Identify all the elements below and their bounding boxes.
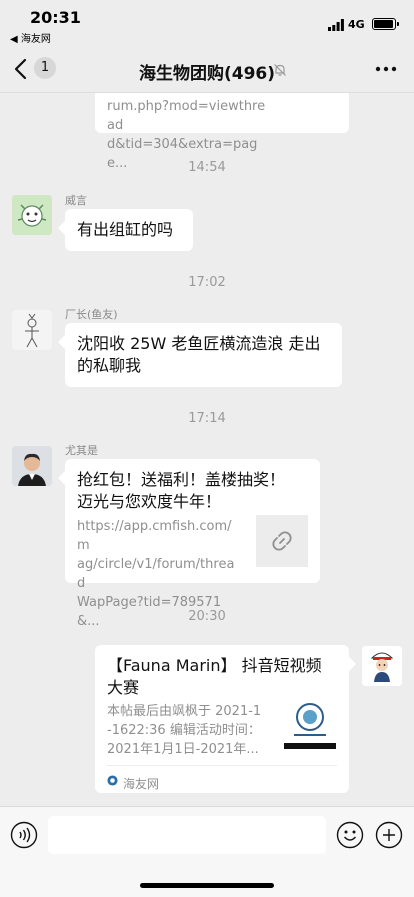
- nav-bar: 1 海生物团购(496): [0, 46, 414, 93]
- chat-title: 海生物团购(496): [138, 64, 276, 84]
- avatar[interactable]: [12, 310, 52, 350]
- message-text: 有出组缸的吗: [77, 220, 174, 239]
- back-to-app-link[interactable]: ◀ 海友网: [10, 30, 51, 45]
- time-separator: 17:02: [188, 275, 226, 290]
- link-title: 【Fauna Marin】 抖音短视频 大赛: [107, 656, 322, 697]
- time-separator: 14:54: [188, 160, 226, 175]
- plus-icon[interactable]: [375, 821, 403, 849]
- link-card[interactable]: 抢红包！送福利！盖楼抽奖！ 迈光与您欢度牛年！ https://app.cmfi…: [65, 459, 320, 629]
- status-time: 20:31: [30, 8, 81, 27]
- link-thumbnail: [256, 515, 308, 567]
- status-bar: 20:31 ◀ 海友网 4G: [0, 0, 414, 46]
- chat-message-list[interactable]: rum.php?mod=viewthread d&tid=304&extra=p…: [0, 93, 414, 805]
- link-title: 抢红包！送福利！盖楼抽奖！ 迈光与您欢度牛年！: [77, 470, 286, 511]
- avatar[interactable]: [12, 446, 52, 486]
- my-avatar[interactable]: [362, 646, 402, 686]
- sender-name: 威言: [65, 194, 87, 207]
- home-indicator: [140, 883, 274, 888]
- link-icon: [272, 531, 292, 551]
- message-text-line: 沈阳收 25W 老鱼匠横流造浪 走出: [77, 334, 321, 353]
- message-text-line: 的私聊我: [77, 356, 142, 375]
- source-logo-icon: [107, 775, 118, 786]
- link-source: 海友网: [123, 777, 160, 791]
- link-card[interactable]: 【Fauna Marin】 抖音短视频 大赛 本帖最后由飒枫于 2021-1 -…: [95, 645, 349, 793]
- network-type: 4G: [348, 18, 365, 31]
- link-thumbnail: [284, 697, 336, 749]
- avatar[interactable]: [12, 195, 52, 235]
- input-bar: [0, 806, 414, 897]
- signal-icon: [328, 19, 344, 31]
- time-separator: 17:14: [188, 411, 226, 426]
- link-description: 本帖最后由飒枫于 2021-1 -1622:36 编辑活动时间： 2021年1月…: [107, 704, 262, 757]
- sender-name: 厂长(鱼友): [65, 308, 118, 321]
- more-icon[interactable]: [374, 60, 398, 78]
- time-separator: 20:30: [188, 609, 226, 624]
- message-bubble[interactable]: 沈阳收 25W 老鱼匠横流造浪 走出 的私聊我: [65, 323, 342, 387]
- message-input[interactable]: [48, 816, 326, 854]
- link-card-partial[interactable]: rum.php?mod=viewthread d&tid=304&extra=p…: [95, 93, 349, 171]
- battery-icon: [372, 18, 399, 30]
- mute-bell-icon: [274, 64, 286, 76]
- card-divider: [107, 765, 337, 766]
- voice-icon[interactable]: [10, 821, 38, 849]
- emoji-icon[interactable]: [336, 821, 364, 849]
- message-bubble[interactable]: 有出组缸的吗: [65, 209, 193, 251]
- sender-name: 尤其是: [65, 444, 98, 457]
